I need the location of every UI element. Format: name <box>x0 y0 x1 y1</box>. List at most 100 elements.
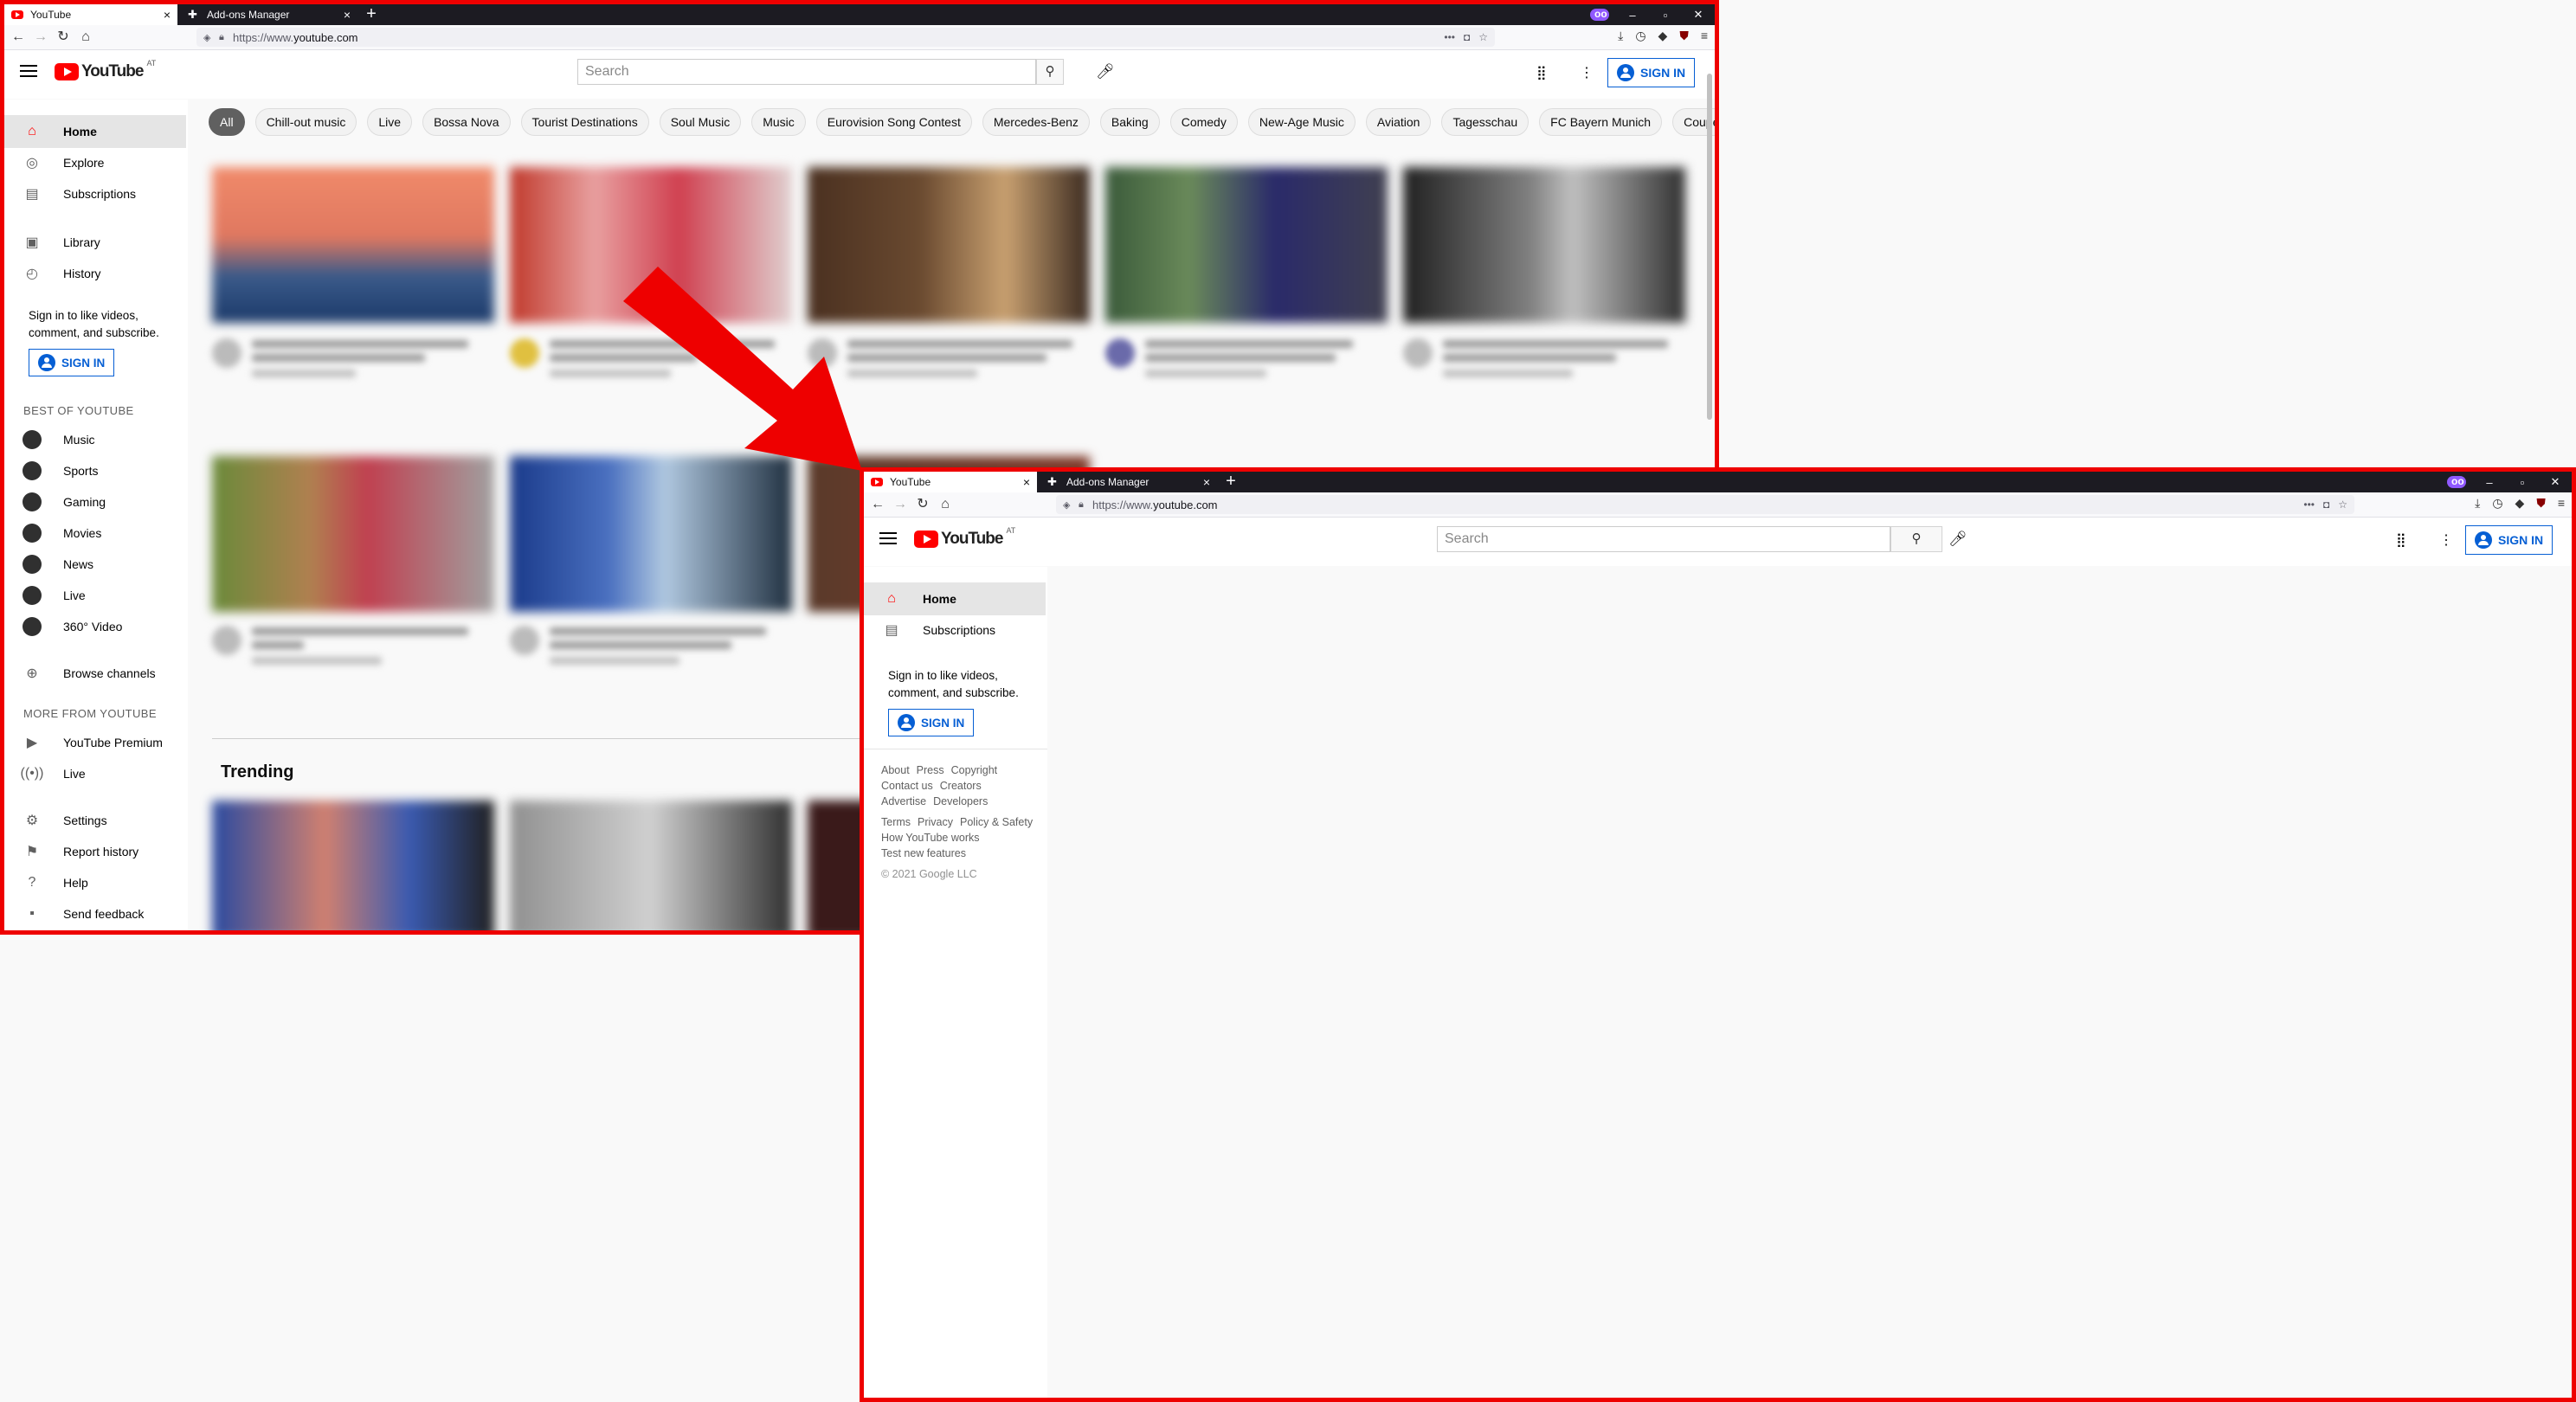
settings-kebab-icon[interactable]: ⋮ <box>1580 64 1594 81</box>
guide-item-history[interactable]: ◴ History <box>4 257 186 290</box>
youtube-logo[interactable]: YouTube AT <box>55 59 156 81</box>
guide-item-live[interactable]: Live <box>4 579 186 612</box>
footer-link[interactable]: Creators <box>940 780 982 792</box>
footer-link[interactable]: Policy & Safety <box>960 816 1033 828</box>
guide-sign-in-button[interactable]: SIGN IN <box>29 349 115 376</box>
microphone-icon[interactable]: 🎤︎ <box>1948 529 1968 550</box>
ublock-icon[interactable]: ⛊ <box>2536 496 2546 511</box>
guide-item-help[interactable]: ? Help <box>4 866 186 899</box>
youtube-logo[interactable]: YouTube AT <box>914 526 1015 549</box>
chip[interactable]: Chill-out music <box>254 108 357 136</box>
guide-item-sports[interactable]: Sports <box>4 454 186 487</box>
footer-link[interactable]: Privacy <box>918 816 953 828</box>
footer-link[interactable]: Copyright <box>951 764 998 776</box>
menu-icon[interactable]: ≡ <box>2558 496 2565 511</box>
chip[interactable]: New-Age Music <box>1247 108 1356 136</box>
guide-item-home[interactable]: ⌂ Home <box>4 115 186 148</box>
chip[interactable]: Aviation <box>1365 108 1432 136</box>
close-tab-icon[interactable]: × <box>1023 475 1030 489</box>
sign-in-button[interactable]: SIGN IN <box>2465 525 2553 555</box>
close-window-button[interactable]: ✕ <box>2539 475 2572 489</box>
guide-item-settings[interactable]: ⚙ Settings <box>4 804 186 837</box>
footer-link[interactable]: Developers <box>933 795 988 807</box>
microphone-icon[interactable]: 🎤︎ <box>1095 61 1116 82</box>
guide-item-send-feedback[interactable]: ▪ Send feedback <box>4 897 186 930</box>
guide-sign-in-button[interactable]: SIGN IN <box>888 709 975 736</box>
url-bar[interactable]: ◈ 🔒︎ https://www. youtube.com ••• ◘ ☆ <box>1056 495 2354 514</box>
chip[interactable]: Live <box>367 108 413 136</box>
bookmark-star-icon[interactable]: ☆ <box>1478 31 1488 43</box>
chip[interactable]: Comedy <box>1169 108 1238 136</box>
menu-icon[interactable]: ≡ <box>1701 29 1708 43</box>
chip[interactable]: Mercedes-Benz <box>982 108 1090 136</box>
bookmark-star-icon[interactable]: ☆ <box>2338 498 2347 511</box>
footer-link[interactable]: Test new features <box>881 847 966 859</box>
search-button[interactable]: ⚲ <box>1890 526 1942 552</box>
downloads-icon[interactable]: ⤓ <box>2475 496 2480 511</box>
chip[interactable]: Tagesschau <box>1441 108 1530 136</box>
video-thumbnail[interactable] <box>1403 167 1685 323</box>
guide-item-youtube-premium[interactable]: ▶ YouTube Premium <box>4 726 186 759</box>
guide-item-home[interactable]: ⌂ Home <box>864 582 1046 615</box>
back-button[interactable]: ← <box>10 29 27 46</box>
video-thumbnail[interactable] <box>1105 167 1388 323</box>
tab-youtube[interactable]: YouTube × <box>4 4 177 25</box>
chip[interactable]: Eurovision Song Contest <box>815 108 972 136</box>
history-clock-icon[interactable]: ◷ <box>1635 29 1645 43</box>
maximize-button[interactable]: ▫ <box>1649 9 1682 22</box>
tab-addons[interactable]: ✚ Add-ons Manager × <box>181 4 357 25</box>
history-clock-icon[interactable]: ◷ <box>2492 496 2502 511</box>
guide-item-live-2[interactable]: ((•)) Live <box>4 757 186 790</box>
close-tab-icon[interactable]: × <box>1203 475 1210 489</box>
chip[interactable]: FC Bayern Munich <box>1539 108 1663 136</box>
ublock-icon[interactable]: ⛊ <box>1679 29 1689 43</box>
chip[interactable]: Soul Music <box>659 108 742 136</box>
pocket-icon[interactable]: ◘ <box>1464 31 1470 43</box>
video-thumbnail[interactable] <box>212 801 494 930</box>
video-thumbnail[interactable] <box>510 801 792 930</box>
guide-item-explore[interactable]: ◎ Explore <box>4 146 186 179</box>
home-button[interactable]: ⌂ <box>937 496 954 513</box>
footer-link[interactable]: Advertise <box>881 795 926 807</box>
close-tab-icon[interactable]: × <box>344 8 351 22</box>
guide-item-subscriptions[interactable]: ▤ Subscriptions <box>864 614 1046 646</box>
pocket-icon[interactable]: ◘ <box>2323 498 2329 511</box>
hamburger-menu-icon[interactable] <box>20 65 37 77</box>
extension-icon[interactable]: ◆ <box>2515 496 2525 511</box>
chip[interactable]: Bossa Nova <box>422 108 511 136</box>
guide-item-browse-channels[interactable]: ⊕ Browse channels <box>4 657 186 690</box>
footer-link[interactable]: Contact us <box>881 780 933 792</box>
footer-link[interactable]: Terms <box>881 816 911 828</box>
footer-link[interactable]: How YouTube works <box>881 832 980 844</box>
guide-item-music[interactable]: Music <box>4 423 186 456</box>
forward-button[interactable]: → <box>892 496 909 513</box>
guide-item-report-history[interactable]: ⚑ Report history <box>4 835 186 868</box>
search-input[interactable]: Search <box>577 59 1036 85</box>
page-actions-icon[interactable]: ••• <box>2303 498 2315 511</box>
guide-item-subscriptions[interactable]: ▤ Subscriptions <box>4 177 186 210</box>
sign-in-button[interactable]: SIGN IN <box>1607 58 1696 87</box>
back-button[interactable]: ← <box>869 496 886 513</box>
footer-link[interactable]: Press <box>917 764 944 776</box>
reload-button[interactable]: ↻ <box>914 496 931 513</box>
forward-button[interactable]: → <box>32 29 49 46</box>
page-actions-icon[interactable]: ••• <box>1444 31 1455 43</box>
guide-item-library[interactable]: ▣ Library <box>4 226 186 259</box>
footer-link[interactable]: About <box>881 764 910 776</box>
apps-grid-icon[interactable]: ⣿ <box>2396 531 2406 549</box>
new-tab-button[interactable]: + <box>1220 472 1241 492</box>
chip[interactable]: Tourist Destinations <box>520 108 649 136</box>
chip[interactable]: Music <box>751 108 806 136</box>
maximize-button[interactable]: ▫ <box>2506 476 2539 489</box>
settings-kebab-icon[interactable]: ⋮ <box>2439 531 2453 549</box>
tab-addons[interactable]: ✚ Add-ons Manager × <box>1040 472 1217 492</box>
scrollbar-thumb[interactable] <box>1707 74 1712 420</box>
hamburger-menu-icon[interactable] <box>879 532 897 544</box>
video-thumbnail[interactable] <box>212 456 494 612</box>
extension-icon[interactable]: ◆ <box>1658 29 1668 43</box>
new-tab-button[interactable]: + <box>361 4 382 25</box>
guide-item-news[interactable]: News <box>4 548 186 581</box>
minimize-button[interactable]: – <box>2473 476 2506 489</box>
chip[interactable]: Baking <box>1099 108 1160 136</box>
guide-item-movies[interactable]: Movies <box>4 517 186 550</box>
